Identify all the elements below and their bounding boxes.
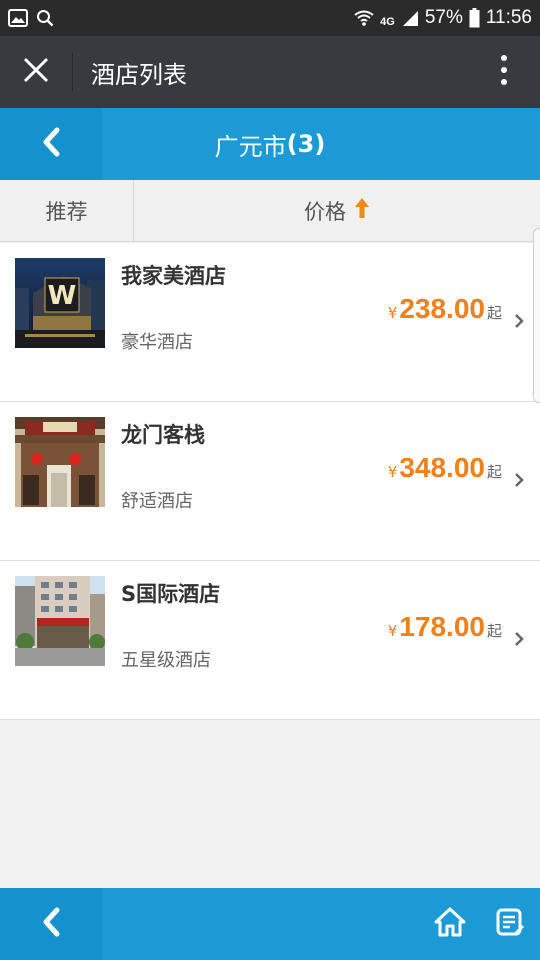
hotel-count: (3) bbox=[286, 130, 326, 158]
app-titlebar: 酒店列表 bbox=[0, 36, 540, 108]
side-scroll-handle[interactable] bbox=[533, 228, 540, 403]
currency-symbol: ¥ bbox=[387, 622, 398, 640]
wifi-icon bbox=[354, 9, 374, 27]
hotel-name: 我家美酒店 bbox=[121, 264, 226, 288]
svg-text:W: W bbox=[48, 281, 77, 311]
hotel-name: 龙门客栈 bbox=[121, 423, 205, 447]
hotel-item[interactable]: S国际酒店 五星级酒店 ¥178.00 起 bbox=[0, 561, 540, 720]
currency-symbol: ¥ bbox=[387, 463, 398, 481]
hotel-thumbnail bbox=[15, 417, 105, 507]
page-title: 酒店列表 bbox=[91, 60, 187, 89]
sort-bar: 推荐 价格 bbox=[0, 180, 540, 242]
city-header: 广元市 (3) bbox=[0, 108, 540, 180]
sort-recommend-label: 推荐 bbox=[45, 199, 88, 224]
arrow-up-icon bbox=[354, 197, 370, 225]
close-button[interactable] bbox=[0, 36, 72, 108]
close-icon bbox=[23, 57, 49, 87]
more-vertical-icon bbox=[500, 54, 508, 90]
chevron-right-icon bbox=[514, 313, 524, 333]
city-name: 广元市 bbox=[214, 132, 287, 161]
document-edit-icon bbox=[495, 907, 525, 941]
chevron-left-icon bbox=[41, 907, 61, 941]
battery-icon bbox=[469, 8, 480, 28]
signal-icon bbox=[401, 9, 419, 27]
more-menu-button[interactable] bbox=[468, 36, 540, 108]
clock: 11:56 bbox=[485, 7, 532, 28]
hotel-price: ¥178.00 起 bbox=[388, 611, 502, 643]
sort-recommend-tab[interactable]: 推荐 bbox=[0, 180, 134, 241]
hotel-type: 五星级酒店 bbox=[121, 650, 211, 671]
hotel-name: S国际酒店 bbox=[121, 582, 221, 606]
hotel-item[interactable]: W 我家美酒店 豪华酒店 ¥238.00 起 bbox=[0, 243, 540, 402]
chevron-right-icon bbox=[514, 631, 524, 651]
search-icon bbox=[36, 9, 54, 27]
price-value: 238.00 bbox=[399, 293, 485, 324]
network-type: 4G bbox=[380, 16, 395, 28]
hotel-type: 豪华酒店 bbox=[121, 332, 193, 353]
hotel-thumbnail: W bbox=[15, 258, 105, 348]
price-suffix: 起 bbox=[486, 463, 502, 481]
status-bar: 4G 57% 11:56 bbox=[0, 0, 540, 36]
sort-price-tab[interactable]: 价格 bbox=[134, 180, 540, 241]
hotel-price: ¥348.00 起 bbox=[388, 452, 502, 484]
chevron-right-icon bbox=[514, 472, 524, 492]
price-suffix: 起 bbox=[486, 304, 502, 322]
hotel-price: ¥238.00 起 bbox=[388, 293, 502, 325]
currency-symbol: ¥ bbox=[387, 304, 398, 322]
chevron-left-icon bbox=[41, 127, 61, 161]
bottom-toolbar bbox=[0, 888, 540, 960]
hotel-type: 舒适酒店 bbox=[121, 491, 193, 512]
price-value: 178.00 bbox=[399, 611, 485, 642]
price-suffix: 起 bbox=[486, 622, 502, 640]
bottom-back-button[interactable] bbox=[0, 888, 102, 960]
home-button[interactable] bbox=[420, 888, 480, 960]
hotel-item[interactable]: 龙门客栈 舒适酒店 ¥348.00 起 bbox=[0, 402, 540, 561]
hotel-list: W 我家美酒店 豪华酒店 ¥238.00 起 龙门客栈 舒适酒店 ¥ 348.0… bbox=[0, 243, 540, 720]
price-value: 348.00 bbox=[399, 452, 485, 483]
city-title: 广元市 (3) bbox=[102, 108, 540, 180]
home-icon bbox=[434, 907, 466, 941]
back-button[interactable] bbox=[0, 108, 102, 180]
battery-percent: 57% bbox=[424, 7, 463, 28]
sort-price-label: 价格 bbox=[304, 199, 346, 224]
image-icon bbox=[8, 9, 28, 27]
hotel-thumbnail bbox=[15, 576, 105, 666]
orders-button[interactable] bbox=[480, 888, 540, 960]
